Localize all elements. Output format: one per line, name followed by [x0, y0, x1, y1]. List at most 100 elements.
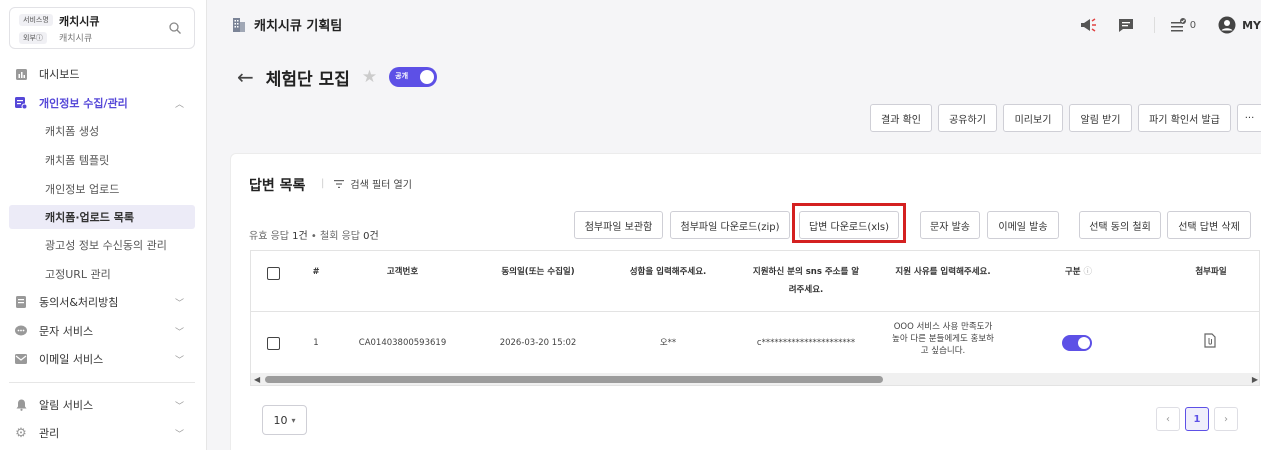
nav-consent-label: 동의서&처리방침: [39, 296, 119, 309]
email-send-button[interactable]: 이메일 발송: [987, 211, 1059, 239]
page-size-select[interactable]: 10 ▾: [262, 405, 307, 435]
sub-item-label: 개인정보 업로드: [45, 183, 120, 196]
next-page-button[interactable]: ›: [1214, 407, 1238, 431]
notice-list[interactable]: 0: [1170, 18, 1197, 32]
nav-notification[interactable]: 알림 서비스 ﹀: [0, 393, 207, 417]
bell-icon: [15, 399, 27, 411]
page-current[interactable]: 1: [1185, 407, 1209, 431]
mail-icon: [15, 353, 27, 365]
result-button[interactable]: 결과 확인: [870, 104, 932, 132]
sub-item-fixed-url[interactable]: 고정URL 관리: [9, 262, 195, 286]
nav-consent-policy[interactable]: 동의서&처리방침 ﹀: [0, 290, 207, 314]
stats-separator: •: [307, 231, 320, 242]
nav-personal-info[interactable]: 개인정보 수집/관리 ︿: [0, 91, 207, 115]
alert-button[interactable]: 알림 받기: [1069, 104, 1132, 132]
cell-num: 1: [313, 338, 319, 348]
nav-sms-label: 문자 서비스: [39, 325, 94, 338]
table-row[interactable]: 1 CA01403800593619 2026-03-20 15:02 오** …: [251, 312, 1259, 376]
destruction-cert-button[interactable]: 파기 확인서 발급: [1138, 104, 1231, 132]
nav-dashboard-label: 대시보드: [39, 68, 80, 81]
title-divider: |: [321, 178, 325, 189]
caret-down-icon: ▾: [291, 415, 296, 425]
public-toggle-label: 공개: [395, 72, 409, 80]
filter-toggle[interactable]: | 검색 필터 열기: [321, 176, 412, 191]
scrollbar-thumb[interactable]: [265, 376, 883, 383]
consent-switch[interactable]: [1062, 335, 1092, 351]
service-selector[interactable]: 서비스명 캐치시큐 외부ⓘ 캐치시큐: [9, 7, 195, 49]
star-icon[interactable]: ★: [362, 67, 377, 87]
toggle-knob: [420, 70, 435, 84]
notice-count: 0: [1189, 19, 1197, 31]
megaphone-icon[interactable]: [1080, 17, 1098, 33]
attachment-storage-button[interactable]: 첨부파일 보관함: [574, 211, 663, 239]
sub-item-label: 캐치폼·업로드 목록: [45, 211, 134, 224]
nav-dashboard[interactable]: 대시보드: [0, 62, 207, 86]
nav-sms[interactable]: 문자 서비스 ﹀: [0, 319, 207, 343]
sub-item-label: 캐치폼 생성: [45, 125, 100, 138]
scroll-right-arrow-icon[interactable]: ▶: [1252, 375, 1258, 384]
service-tag: 서비스명: [19, 14, 53, 26]
search-icon[interactable]: [168, 21, 182, 35]
top-icons: 0 MY: [1080, 14, 1261, 36]
cell-customer: CA01403800593619: [358, 338, 447, 348]
document-icon: [15, 296, 27, 308]
select-all-checkbox[interactable]: [267, 267, 280, 280]
filter-icon: [334, 179, 345, 188]
col-reason: 지원 사유를 입력해주세요.: [895, 267, 991, 277]
nav-notification-label: 알림 서비스: [39, 399, 94, 412]
table-header: # 고객번호 동의일(또는 수집일) 성함을 입력해주세요. 지원하신 분의 s…: [251, 251, 1259, 312]
external-name: 캐치시큐: [59, 34, 93, 44]
chat-icon[interactable]: [1118, 18, 1134, 33]
chevron-down-icon: ﹀: [175, 327, 185, 338]
external-tag: 외부ⓘ: [19, 32, 47, 44]
sub-item-create[interactable]: 캐치폼 생성: [9, 119, 195, 143]
cell-name: 오**: [659, 338, 677, 348]
col-attachment: 첨부파일: [1195, 267, 1227, 277]
prev-page-button[interactable]: ‹: [1156, 407, 1180, 431]
back-arrow-icon[interactable]: ←: [237, 67, 254, 87]
sub-item-ad-consent[interactable]: 광고성 정보 수신동의 관리: [9, 233, 195, 257]
horizontal-scrollbar[interactable]: ◀ ▶: [251, 373, 1259, 385]
more-button[interactable]: ···: [1237, 104, 1261, 132]
attachment-file-icon[interactable]: [1204, 333, 1216, 351]
delete-answers-button[interactable]: 선택 답변 삭제: [1167, 211, 1251, 239]
col-customer: 고객번호: [386, 267, 419, 277]
share-button[interactable]: 공유하기: [938, 104, 997, 132]
public-toggle[interactable]: 공개: [389, 67, 438, 87]
sub-item-templates[interactable]: 캐치폼 템플릿: [9, 148, 195, 172]
sub-item-label: 광고성 정보 수신동의 관리: [45, 239, 167, 252]
sub-item-list[interactable]: 캐치폼·업로드 목록: [9, 205, 195, 229]
service-name: 캐치시큐: [59, 15, 100, 28]
response-stats: 유효 응답 1건 • 철회 응답 0건: [249, 227, 379, 242]
nav-admin[interactable]: ⚙ 관리 ﹀: [0, 421, 207, 445]
scroll-left-arrow-icon[interactable]: ◀: [254, 375, 260, 384]
nav-email[interactable]: 이메일 서비스 ﹀: [0, 347, 207, 371]
sidebar: 서비스명 캐치시큐 외부ⓘ 캐치시큐 대시보드 개인정보 수집/관리 ︿ 캐치폼…: [0, 0, 207, 450]
row-checkbox[interactable]: [267, 337, 280, 350]
sub-item-upload[interactable]: 개인정보 업로드: [9, 177, 195, 201]
gear-icon: ⚙: [15, 425, 27, 441]
withdraw-consent-button[interactable]: 선택 동의 철회: [1079, 211, 1161, 239]
answers-table: # 고객번호 동의일(또는 수집일) 성함을 입력해주세요. 지원하신 분의 s…: [250, 250, 1260, 386]
col-sns-line1: 지원하신 분의 sns 주소를 알: [752, 267, 860, 277]
sms-send-button[interactable]: 문자 발송: [920, 211, 980, 239]
team-name: 캐치시큐 기획팀: [254, 19, 343, 34]
answer-download-xls-button[interactable]: 답변 다운로드(xls): [799, 211, 899, 239]
checklist-icon: [1170, 18, 1186, 32]
switch-knob: [1078, 337, 1090, 349]
avatar-icon: [1218, 16, 1236, 34]
cell-reason-line3: 고 싶습니다.: [920, 346, 966, 356]
attachment-download-zip-button[interactable]: 첨부파일 다운로드(zip): [670, 211, 790, 239]
chevron-down-icon: ﹀: [175, 298, 185, 309]
col-num: #: [312, 267, 320, 277]
chat-bubble-icon: [15, 325, 27, 337]
preview-button[interactable]: 미리보기: [1003, 104, 1063, 132]
topbar-divider: [1153, 17, 1155, 33]
cell-reason-line1: OOO 서비스 사용 만족도가: [893, 322, 993, 332]
help-icon[interactable]: ⓘ: [1084, 267, 1093, 277]
building-icon: [233, 18, 245, 32]
cell-reason-line2: 높아 다른 분들에게도 홍보하: [892, 334, 994, 344]
withdraw-count: 0건: [363, 231, 379, 242]
page-size-value: 10: [273, 413, 288, 427]
user-menu[interactable]: MY: [1218, 16, 1261, 34]
